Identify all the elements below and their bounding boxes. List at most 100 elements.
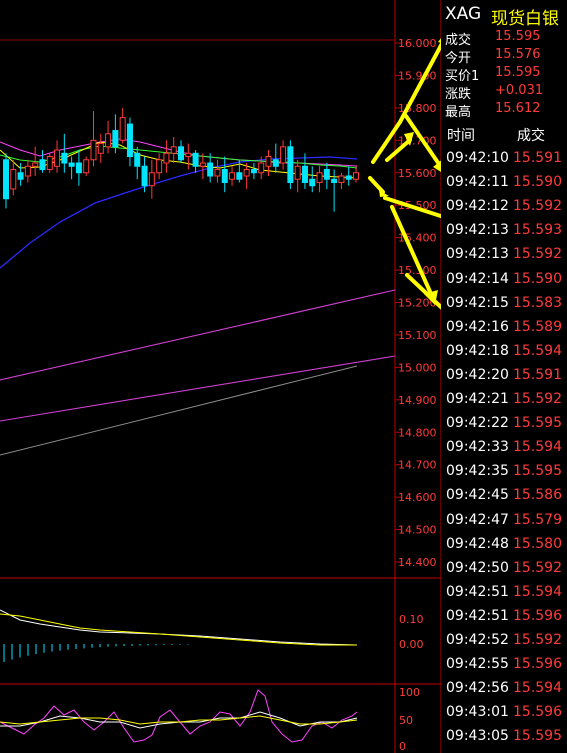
candle-down: [141, 165, 148, 187]
candle-down: [68, 162, 75, 167]
table-row[interactable]: 09:42:11 15.590: [441, 171, 567, 194]
quote-value: 15.595: [495, 29, 541, 44]
trade-time: 09:42:48: [446, 535, 509, 552]
candle-up: [280, 146, 287, 164]
candle-up: [243, 169, 250, 177]
table-row[interactable]: 09:42:13 15.592: [441, 243, 567, 266]
candle-up: [10, 169, 17, 190]
candle-up: [258, 162, 265, 174]
macd-histogram: [3, 644, 189, 662]
trade-price: 15.592: [513, 559, 562, 576]
trade-time: 09:42:16: [446, 318, 509, 335]
price-tick-label: 15.900: [398, 69, 437, 82]
table-row[interactable]: 09:42:22 15.595: [441, 412, 567, 435]
candlestick-series: [3, 107, 359, 212]
table-row[interactable]: 09:42:33 15.594: [441, 436, 567, 459]
symbol-code: XAG: [445, 4, 482, 24]
trade-price: 15.591: [513, 150, 562, 166]
table-row[interactable]: 09:42:52 15.592: [441, 629, 567, 652]
table-row[interactable]: 09:42:50 15.592: [441, 557, 567, 580]
candle-down: [287, 146, 294, 183]
quote-row-bid: 买价1 15.595: [441, 64, 567, 84]
table-row[interactable]: 09:42:13 15.593: [441, 219, 567, 242]
table-row[interactable]: 09:42:15 15.583: [441, 292, 567, 315]
trade-time: 09:42:51: [446, 607, 509, 624]
trade-time: 09:42:33: [446, 439, 509, 456]
oscillator-line-magenta: [0, 689, 358, 743]
trade-price: 15.596: [513, 607, 562, 624]
table-row[interactable]: 09:42:47 15.579: [441, 509, 567, 532]
table-row[interactable]: 09:42:45 15.586: [441, 484, 567, 507]
quote-row-high: 最高 15.612: [441, 100, 567, 120]
candle-up: [294, 165, 301, 180]
table-row[interactable]: 09:43:05 15.595: [441, 725, 567, 748]
table-row[interactable]: 09:42:12 15.592: [441, 195, 567, 218]
candle-up: [265, 156, 272, 167]
macd-axis-ticks: 0.10 0.00: [399, 613, 424, 651]
trade-time: 09:42:51: [446, 583, 509, 600]
candle-up: [105, 133, 112, 148]
trade-price: 15.590: [513, 174, 562, 191]
candle-up: [90, 139, 97, 161]
quote-value: +0.031: [495, 83, 544, 98]
price-tick-label: 14.800: [398, 426, 437, 439]
candle-up: [83, 159, 90, 174]
table-row[interactable]: 09:42:35 15.595: [441, 460, 567, 483]
arrow-down-icon: [368, 176, 385, 194]
candle-up: [316, 172, 323, 183]
candle-up: [214, 169, 221, 177]
candle-down: [17, 172, 24, 180]
trade-time: 09:42:55: [446, 656, 509, 673]
table-row[interactable]: 09:42:14 15.590: [441, 268, 567, 291]
trade-price: 15.583: [513, 294, 562, 311]
trade-time: 09:42:52: [446, 632, 509, 648]
trade-time: 09:42:18: [446, 342, 509, 359]
trade-time: 09:43:05: [446, 728, 509, 745]
trade-time: 09:42:13: [446, 246, 509, 263]
oscillator-tick-label: 0: [399, 740, 406, 753]
price-tick-label: 15.600: [398, 167, 437, 180]
candle-up: [170, 146, 177, 154]
candle-up: [185, 152, 192, 158]
trade-table-header: 时间 成交: [441, 121, 567, 145]
oscillator-axis-ticks: 100 50 0: [399, 686, 420, 753]
price-tick-label: 14.500: [398, 524, 437, 537]
table-row[interactable]: 09:42:55 15.596: [441, 653, 567, 676]
price-tick-label: 15.100: [398, 329, 437, 342]
table-row[interactable]: 09:42:51 15.594: [441, 581, 567, 604]
candle-down: [192, 152, 199, 167]
candle-down: [250, 169, 257, 174]
candle-up: [97, 143, 104, 154]
macd-tick-label: 0.10: [399, 613, 424, 626]
quote-value: 15.576: [495, 47, 541, 62]
table-row[interactable]: 09:42:21 15.592: [441, 388, 567, 411]
candle-up: [54, 149, 61, 167]
candle-down: [207, 162, 214, 177]
table-row[interactable]: 09:43:01 15.596: [441, 701, 567, 724]
table-row[interactable]: 09:42:51 15.596: [441, 605, 567, 628]
trade-price: 15.590: [513, 270, 562, 287]
oscillator-tick-label: 100: [399, 686, 420, 699]
trade-price: 15.594: [513, 439, 562, 456]
table-row[interactable]: 09:42:18 15.594: [441, 340, 567, 363]
trade-time: 09:42:10: [446, 150, 509, 166]
table-row[interactable]: 09:42:20 15.591: [441, 364, 567, 387]
trade-price: 15.594: [513, 342, 562, 359]
table-row[interactable]: 09:42:10 15.591: [441, 147, 567, 170]
candle-up: [156, 159, 163, 174]
price-tick-label: 14.400: [398, 556, 437, 569]
candle-down: [112, 130, 119, 148]
candle-down: [323, 169, 330, 180]
trade-price: 15.595: [513, 728, 562, 745]
quote-row-open: 今开 15.576: [441, 46, 567, 66]
trade-time: 09:42:21: [446, 391, 509, 407]
candle-up: [229, 172, 236, 180]
trade-price: 15.594: [513, 680, 562, 697]
table-row[interactable]: 09:42:56 15.594: [441, 677, 567, 700]
table-row[interactable]: 09:42:16 15.589: [441, 316, 567, 339]
trade-price: 15.589: [513, 318, 562, 335]
candle-up: [24, 165, 31, 177]
table-row[interactable]: 09:42:48 15.580: [441, 533, 567, 556]
price-tick-label: 14.900: [398, 394, 437, 407]
price-tick-label: 15.000: [398, 361, 437, 374]
